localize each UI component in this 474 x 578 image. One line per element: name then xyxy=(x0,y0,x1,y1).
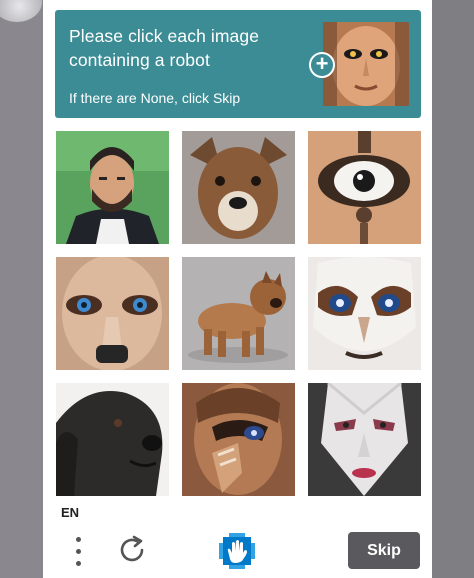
challenge-header: Please click each image containing a rob… xyxy=(55,10,421,118)
robot-face-blue-eyes-image xyxy=(56,257,169,370)
language-selector[interactable]: EN xyxy=(61,505,79,520)
robot-face-white-image xyxy=(308,383,421,496)
grid-tile-3[interactable] xyxy=(308,131,421,244)
robot-face-copper-image xyxy=(182,383,295,496)
more-vertical-icon[interactable] xyxy=(71,535,85,569)
captcha-card: Please click each image containing a rob… xyxy=(43,0,432,578)
hand-logo-icon[interactable] xyxy=(217,531,257,571)
robot-eye-image xyxy=(308,131,421,244)
challenge-prompt: Please click each image containing a rob… xyxy=(69,26,260,70)
grid-tile-6[interactable] xyxy=(308,257,421,370)
robot-face-reference-image xyxy=(323,22,409,106)
grid-tile-5[interactable] xyxy=(182,257,295,370)
black-labrador-image xyxy=(56,383,169,496)
robot-mask-blue-eyes-image xyxy=(308,257,421,370)
background-right xyxy=(432,0,474,578)
skip-button[interactable]: Skip xyxy=(348,532,420,569)
dog-face-image xyxy=(182,131,295,244)
bulldog-standing-image xyxy=(182,257,295,370)
reference-image[interactable]: + xyxy=(309,22,409,106)
plus-icon[interactable]: + xyxy=(309,52,335,78)
man-with-beard-image xyxy=(56,131,169,244)
refresh-icon[interactable] xyxy=(115,533,149,567)
grid-tile-4[interactable] xyxy=(56,257,169,370)
grid-tile-8[interactable] xyxy=(182,383,295,496)
grid-tile-2[interactable] xyxy=(182,131,295,244)
grid-tile-1[interactable] xyxy=(56,131,169,244)
background-left xyxy=(0,0,43,578)
grid-tile-7[interactable] xyxy=(56,383,169,496)
challenge-subprompt: If there are None, click Skip xyxy=(69,90,241,106)
grid-tile-9[interactable] xyxy=(308,383,421,496)
